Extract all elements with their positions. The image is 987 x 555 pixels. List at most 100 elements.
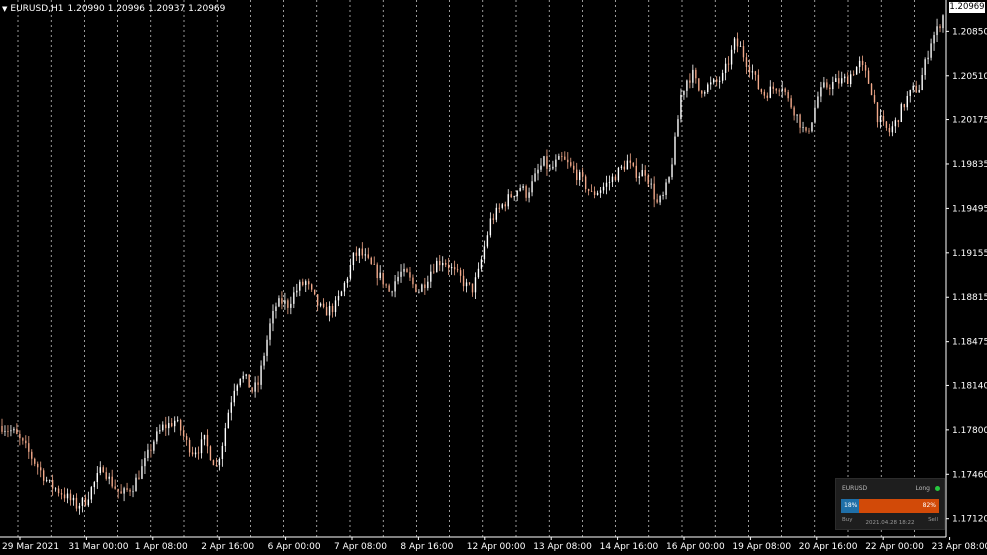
candle-body <box>599 190 602 193</box>
candle-body <box>799 114 801 128</box>
candle-body <box>4 430 6 432</box>
candle-body <box>147 449 149 459</box>
candle-body <box>936 26 938 36</box>
price-chart[interactable]: 1.20850 1.20510 1.20175 1.19835 1.19495 1.191… <box>0 0 987 555</box>
candle-body <box>689 80 691 83</box>
candle-body <box>885 121 888 128</box>
candle-body <box>573 165 575 170</box>
candle-body <box>826 82 828 88</box>
candle-body <box>754 71 757 75</box>
candle-body <box>412 277 414 285</box>
candle-body <box>659 195 661 203</box>
candle-body <box>48 479 51 481</box>
candle-body <box>933 35 935 44</box>
time-tick-label: 22 Apr 00:00 <box>865 542 924 552</box>
candle-body <box>200 439 203 454</box>
candle-body <box>272 311 274 324</box>
widget-symbol: EURUSD <box>842 485 868 492</box>
candle-body <box>182 430 185 437</box>
candle-body <box>266 339 268 356</box>
candle-body <box>57 488 60 494</box>
candle-body <box>820 87 822 97</box>
candle-body <box>284 300 286 304</box>
candle-body <box>686 80 688 91</box>
candle-body <box>72 497 75 501</box>
candle-body <box>439 260 441 266</box>
candle-body <box>123 488 125 494</box>
candle-body <box>760 89 763 92</box>
candle-body <box>165 424 167 429</box>
candle-body <box>424 284 426 289</box>
candle-body <box>7 430 9 432</box>
candle-body <box>287 300 289 308</box>
candle-body <box>93 482 96 488</box>
price-tick-label: 1.19835 <box>952 160 987 170</box>
candle-body <box>814 107 816 123</box>
candle-body <box>489 218 492 236</box>
candle-body <box>430 271 432 282</box>
time-tick-label: 6 Apr 00:00 <box>268 542 321 552</box>
candle-body <box>290 303 292 308</box>
candle-body <box>715 79 718 82</box>
candle-body <box>590 190 593 192</box>
candle-body <box>60 493 63 495</box>
candle-body <box>179 420 182 431</box>
time-tick-label: 8 Apr 16:00 <box>400 542 453 552</box>
candle-body <box>480 259 483 269</box>
candle-body <box>108 476 110 479</box>
candle-body <box>823 82 825 88</box>
candle-body <box>19 433 21 439</box>
candle-body <box>942 15 944 29</box>
candle-body <box>847 76 849 85</box>
candle-body <box>150 449 152 451</box>
candle-body <box>99 467 101 474</box>
candle-body <box>662 194 664 196</box>
candle-body <box>63 494 66 499</box>
candle-body <box>736 38 739 47</box>
candle-body <box>31 451 33 459</box>
candle-body <box>674 136 676 165</box>
candle-body <box>552 166 554 169</box>
candle-body <box>10 430 12 432</box>
candle-body <box>632 162 635 166</box>
candle-body <box>144 458 146 467</box>
time-tick-label: 14 Apr 16:00 <box>600 542 659 552</box>
candle-body <box>638 176 640 178</box>
candle-body <box>748 66 751 73</box>
candle-body <box>718 80 721 82</box>
time-tick-label: 1 Apr 08:00 <box>135 542 188 552</box>
candle-body <box>710 82 712 85</box>
candle-body <box>501 204 503 208</box>
candle-body <box>891 126 894 133</box>
candle-body <box>105 472 107 479</box>
candle-body <box>811 122 813 132</box>
candle-body <box>584 176 587 190</box>
time-tick-label: 31 Mar 00:00 <box>68 542 128 552</box>
candle-body <box>635 165 637 178</box>
time-tick-label: 20 Apr 16:00 <box>799 542 858 552</box>
candle-body <box>194 452 197 455</box>
candle-body <box>28 443 30 452</box>
candle-body <box>305 281 307 285</box>
candle-body <box>641 170 643 177</box>
candle-body <box>665 182 667 195</box>
candle-body <box>644 170 646 176</box>
candle-body <box>418 291 420 293</box>
candle-body <box>299 281 301 291</box>
candle-body <box>510 194 512 198</box>
candle-body <box>474 277 477 293</box>
candle-body <box>203 434 206 440</box>
candle-body <box>698 78 700 91</box>
candle-body <box>656 199 658 203</box>
status-dot-icon <box>935 486 940 491</box>
candle-body <box>81 497 84 506</box>
candle-body <box>114 486 116 489</box>
candle-body <box>915 85 917 93</box>
candle-body <box>561 156 563 157</box>
candle-body <box>96 473 98 483</box>
sentiment-widget[interactable]: EURUSD Long 18% 82% Buy 2021.04.28 18:22… <box>835 478 945 530</box>
low-price: 1.20937 <box>147 4 186 14</box>
triangle-down-icon[interactable]: ▼ <box>2 5 7 13</box>
candle-body <box>769 86 771 98</box>
candle-body <box>373 263 375 265</box>
